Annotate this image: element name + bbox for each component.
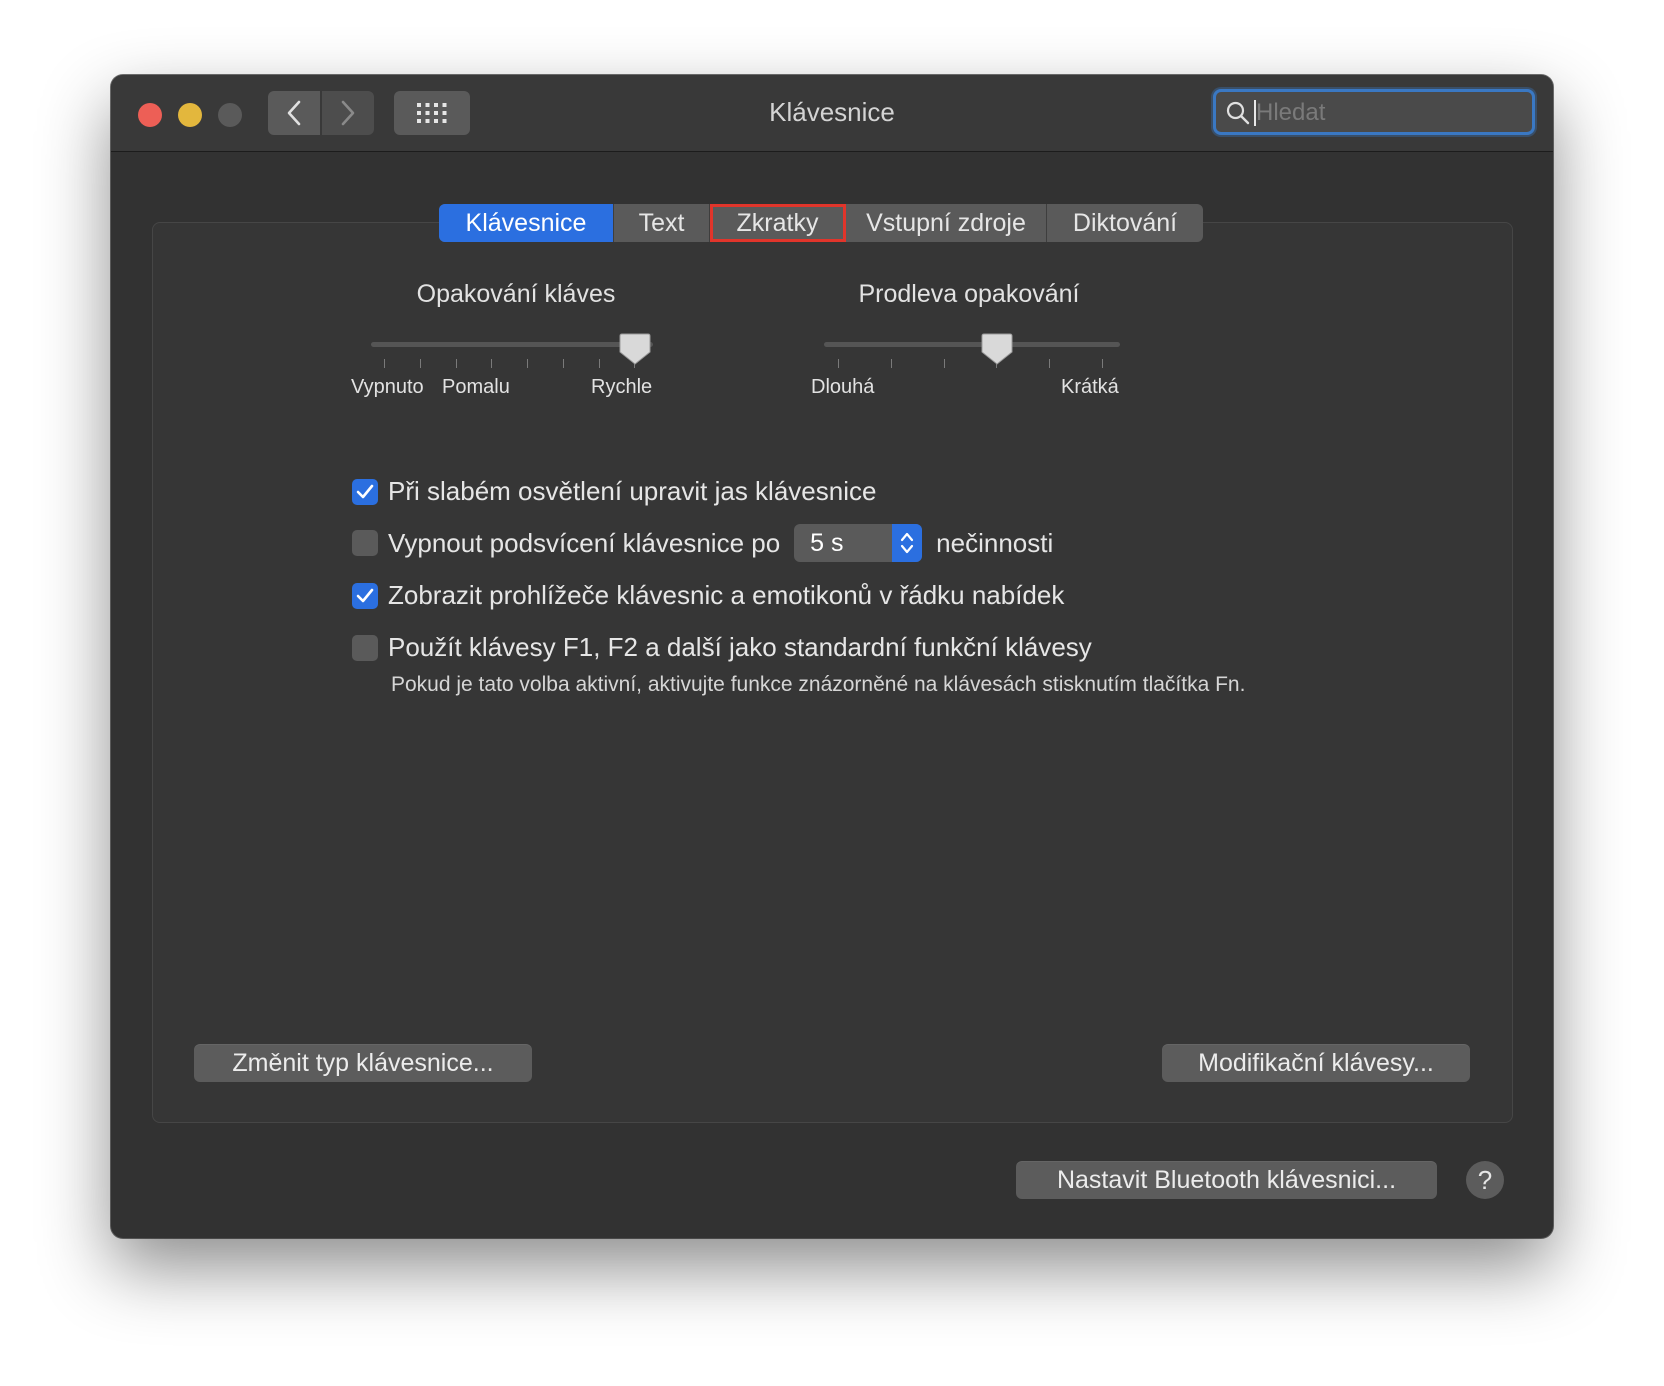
slider-tick	[838, 359, 839, 368]
checkmark-icon	[356, 484, 374, 498]
stepper-arrows[interactable]	[892, 524, 923, 562]
option-function-keys[interactable]: Použít klávesy F1, F2 a další jako stand…	[352, 632, 1092, 663]
key-repeat-slider[interactable]	[371, 342, 653, 347]
search-input[interactable]	[1254, 96, 1528, 130]
slider-label-off: Vypnuto	[351, 376, 424, 398]
tab-text[interactable]: Text	[614, 204, 710, 242]
slider-tick	[491, 359, 492, 368]
setup-bluetooth-keyboard-button[interactable]: Nastavit Bluetooth klávesnici...	[1016, 1161, 1437, 1199]
key-repeat-title: Opakování kláves	[416, 280, 616, 308]
search-field[interactable]	[1213, 89, 1535, 135]
text-cursor	[1254, 100, 1256, 126]
slider-tick	[456, 359, 457, 368]
slider-tick	[891, 359, 892, 368]
slider-tick	[420, 359, 421, 368]
slider-tick	[563, 359, 564, 368]
checkbox-adjust-brightness[interactable]	[352, 478, 378, 505]
slider-tick	[384, 359, 385, 368]
slider-label-slow: Pomalu	[442, 376, 510, 398]
key-repeat-group: Opakování kláves Vypnuto Pomalu Rychle	[351, 280, 681, 410]
system-preferences-window: Klávesnice Klávesnice Text Zkratky Vstup…	[111, 75, 1553, 1238]
tab-dictation[interactable]: Diktování	[1047, 204, 1203, 242]
function-keys-note: Pokud je tato volba aktivní, aktivujte f…	[391, 673, 1246, 696]
option-label: Při slabém osvětlení upravit jas klávesn…	[388, 476, 877, 506]
option-label: Vypnout podsvícení klávesnice po	[388, 527, 781, 558]
repeat-delay-slider[interactable]	[824, 342, 1120, 347]
up-down-chevron-icon	[901, 532, 914, 554]
option-adjust-brightness[interactable]: Při slabém osvětlení upravit jas klávesn…	[352, 476, 876, 507]
tab-input-sources[interactable]: Vstupní zdroje	[846, 204, 1047, 242]
repeat-delay-title: Prodleva opakování	[858, 280, 1080, 308]
slider-tick	[1049, 359, 1050, 368]
option-label: Použít klávesy F1, F2 a další jako stand…	[388, 632, 1092, 662]
checkbox-function-keys[interactable]	[352, 634, 378, 661]
checkbox-show-viewers[interactable]	[352, 582, 378, 609]
change-keyboard-type-button[interactable]: Změnit typ klávesnice...	[194, 1044, 532, 1082]
option-suffix: nečinnosti	[936, 527, 1054, 558]
slider-tick	[1102, 359, 1103, 368]
modifier-keys-button[interactable]: Modifikační klávesy...	[1162, 1044, 1470, 1082]
key-repeat-slider-knob[interactable]	[619, 332, 651, 366]
help-button[interactable]: ?	[1466, 1161, 1504, 1199]
tab-keyboard[interactable]: Klávesnice	[439, 204, 614, 242]
stepper-value: 5 s	[810, 528, 844, 557]
slider-label-long: Dlouhá	[811, 376, 875, 398]
idle-time-stepper[interactable]: 5 s	[794, 524, 923, 562]
option-label: Zobrazit prohlížeče klávesnic a emotikon…	[388, 580, 1065, 610]
option-backlight-off[interactable]: Vypnout podsvícení klávesnice po 5 s neč…	[352, 524, 1053, 562]
search-icon	[1226, 101, 1250, 125]
slider-tick	[944, 359, 945, 368]
tab-shortcuts[interactable]: Zkratky	[710, 204, 846, 242]
checkbox-backlight-off[interactable]	[352, 530, 378, 556]
slider-tick	[527, 359, 528, 368]
repeat-delay-slider-knob[interactable]	[981, 332, 1013, 366]
repeat-delay-group: Prodleva opakování Dlouhá Krátká	[809, 280, 1139, 410]
title-bar: Klávesnice	[111, 75, 1553, 152]
option-show-viewers[interactable]: Zobrazit prohlížeče klávesnic a emotikon…	[352, 580, 1064, 611]
checkmark-icon	[356, 588, 374, 602]
slider-label-short: Krátká	[1061, 376, 1119, 398]
slider-label-fast: Rychle	[591, 376, 653, 398]
tab-bar: Klávesnice Text Zkratky Vstupní zdroje D…	[439, 204, 1203, 242]
slider-tick	[599, 359, 600, 368]
